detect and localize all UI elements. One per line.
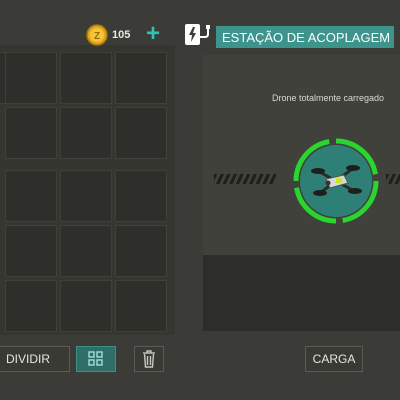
dock-title-bar: ESTAÇÃO DE ACOPLAGEM	[216, 26, 394, 48]
inventory-slot[interactable]	[5, 280, 57, 332]
inventory-slot[interactable]	[115, 225, 167, 277]
inventory-slot[interactable]	[5, 225, 57, 277]
inventory-slot[interactable]	[115, 52, 167, 104]
add-coins-button[interactable]: +	[142, 22, 164, 46]
drone-slot[interactable]	[290, 135, 382, 227]
inventory-slot[interactable]	[5, 170, 57, 222]
inventory-grid	[0, 52, 170, 332]
grid-icon	[88, 351, 103, 366]
cargo-button[interactable]: CARGA	[305, 346, 363, 372]
trash-icon	[143, 350, 155, 368]
drone-status-text: Drone totalmente carregado	[272, 93, 385, 103]
inventory-slot[interactable]	[5, 52, 57, 104]
charging-station-icon	[183, 22, 213, 48]
inventory-slot[interactable]	[60, 280, 112, 332]
inventory-slot[interactable]	[60, 225, 112, 277]
grid-view-button[interactable]	[76, 346, 116, 372]
inventory-slot[interactable]	[60, 52, 112, 104]
inventory-slot[interactable]	[60, 170, 112, 222]
inventory-slot[interactable]	[60, 107, 112, 159]
coin-icon: Z	[86, 24, 108, 46]
coin-count: 105	[112, 29, 131, 41]
svg-text:Z: Z	[94, 31, 100, 42]
delete-button[interactable]	[134, 346, 164, 372]
dock-floor	[203, 255, 400, 331]
cargo-label: CARGA	[312, 352, 356, 366]
inventory-slot[interactable]	[115, 170, 167, 222]
dock-title: ESTAÇÃO DE ACOPLAGEM	[222, 30, 391, 45]
divide-label: DIVIDIR	[6, 352, 51, 366]
inventory-slot[interactable]	[5, 107, 57, 159]
divide-button[interactable]: DIVIDIR	[0, 346, 70, 372]
hazard-stripes	[386, 174, 400, 184]
inventory-slot[interactable]	[115, 107, 167, 159]
hazard-stripes	[214, 174, 276, 184]
inventory-slot[interactable]	[115, 280, 167, 332]
